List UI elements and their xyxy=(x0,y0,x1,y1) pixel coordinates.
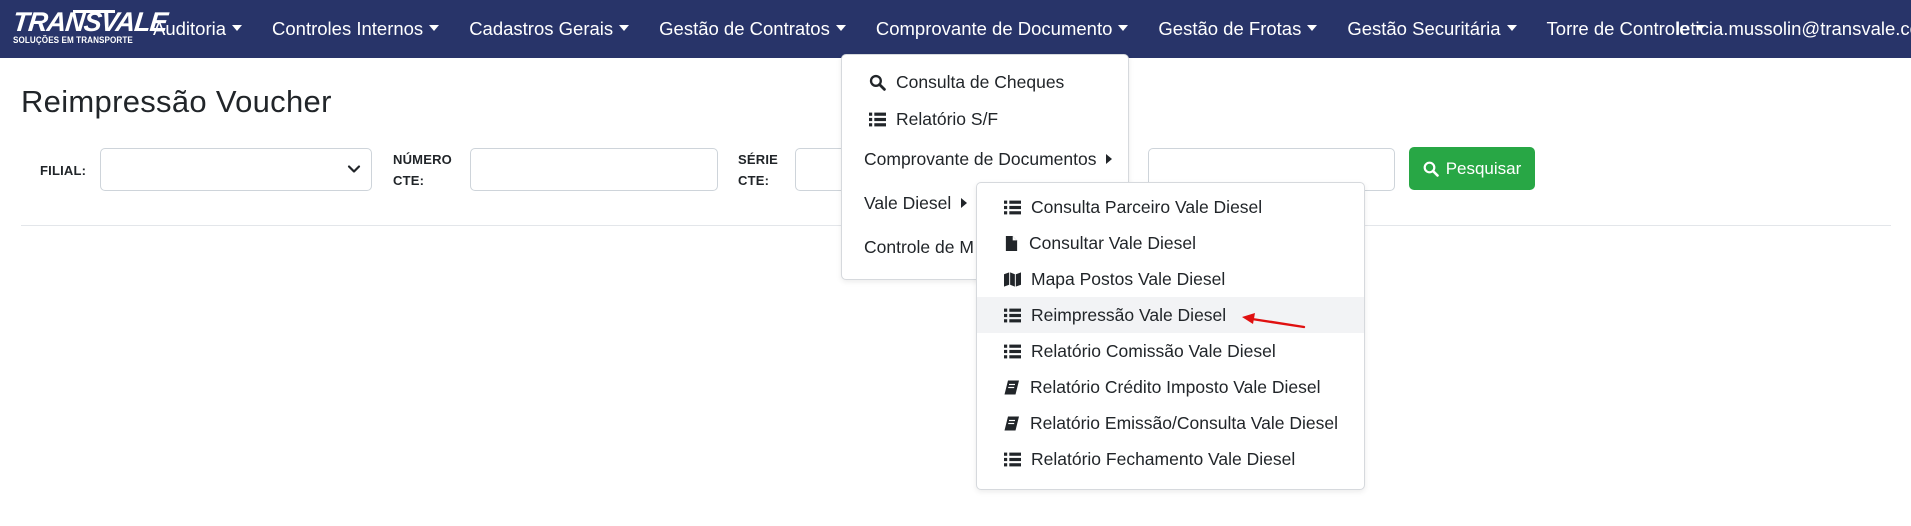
list-icon xyxy=(1004,308,1021,322)
file-icon xyxy=(1005,235,1018,251)
submenu-item-relatorio-credito-imposto[interactable]: Relatório Crédito Imposto Vale Diesel xyxy=(977,369,1364,405)
logo-tagline: SOLUÇÕES EM TRANSPORTE xyxy=(13,35,133,45)
submenu-item-consultar-vale-diesel[interactable]: Consultar Vale Diesel xyxy=(977,225,1364,261)
nav-item-gestao-securitaria[interactable]: Gestão Securitária xyxy=(1332,0,1531,58)
nav-item-comprovante-documento[interactable]: Comprovante de Documento xyxy=(861,0,1144,58)
nav-item-auditoria[interactable]: Auditoria xyxy=(138,0,257,58)
caret-down-icon xyxy=(1118,25,1129,31)
submenu-item-consulta-parceiro[interactable]: Consulta Parceiro Vale Diesel xyxy=(977,189,1364,225)
search-button-label: Pesquisar xyxy=(1445,158,1522,178)
search-icon xyxy=(869,74,886,91)
top-navbar: TRANSVALE SOLUÇÕES EM TRANSPORTE Auditor… xyxy=(0,0,1911,58)
logo-brand-text: TRANSVALE xyxy=(11,7,169,37)
submenu-item-label: Relatório Emissão/Consulta Vale Diesel xyxy=(1030,412,1339,433)
nav-item-cadastros-gerais[interactable]: Cadastros Gerais xyxy=(454,0,644,58)
nav-item-label: Comprovante de Documento xyxy=(875,18,1113,39)
submenu-item-label: Relatório Crédito Imposto Vale Diesel xyxy=(1030,376,1321,397)
submenu-item-label: Relatório Fechamento Vale Diesel xyxy=(1031,448,1296,469)
serie-cte-label-line2: CTE: xyxy=(738,173,770,188)
caret-down-icon xyxy=(1307,25,1318,31)
list-icon xyxy=(1004,200,1021,214)
book-icon xyxy=(1004,380,1019,394)
numero-cte-label: NÚMERO CTE: xyxy=(393,149,452,191)
numero-cte-input[interactable] xyxy=(470,148,718,191)
menu-item-label: Comprovante de Documentos xyxy=(864,148,1097,169)
menu-item-label: Relatório S/F xyxy=(896,108,999,129)
numero-cte-label-line2: CTE: xyxy=(393,173,425,188)
menu-item-label: Consulta de Cheques xyxy=(896,71,1065,92)
menu-item-consulta-cheques[interactable]: Consulta de Cheques xyxy=(842,64,1128,100)
submenu-item-label: Reimpressão Vale Diesel xyxy=(1031,304,1227,325)
vale-diesel-submenu: Consulta Parceiro Vale Diesel Consultar … xyxy=(976,182,1365,490)
submenu-item-relatorio-fechamento[interactable]: Relatório Fechamento Vale Diesel xyxy=(977,441,1364,477)
caret-down-icon xyxy=(619,25,630,31)
serie-cte-label-line1: SÉRIE xyxy=(738,152,779,167)
list-icon xyxy=(1004,452,1021,466)
page-title: Reimpressão Voucher xyxy=(21,84,332,119)
menu-item-comprovante-documentos[interactable]: Comprovante de Documentos xyxy=(842,141,1128,177)
transvale-logo[interactable]: TRANSVALE SOLUÇÕES EM TRANSPORTE xyxy=(11,7,169,50)
list-icon xyxy=(1004,344,1021,358)
annotation-arrow-icon xyxy=(1242,313,1306,329)
caret-down-icon xyxy=(429,25,440,31)
filial-select[interactable] xyxy=(100,148,372,191)
submenu-item-label: Mapa Postos Vale Diesel xyxy=(1031,268,1226,289)
filial-label: FILIAL: xyxy=(40,163,87,178)
nav-item-label: Cadastros Gerais xyxy=(469,18,614,39)
map-icon xyxy=(1004,271,1021,287)
submenu-item-relatorio-emissao-consulta[interactable]: Relatório Emissão/Consulta Vale Diesel xyxy=(977,405,1364,441)
menu-item-relatorio-sf[interactable]: Relatório S/F xyxy=(842,101,1128,137)
nav-menu: Auditoria Controles Internos Cadastros G… xyxy=(138,0,1720,58)
serie-cte-label: SÉRIE CTE: xyxy=(738,149,778,191)
nav-item-label: Auditoria xyxy=(153,18,227,39)
chevron-down-icon xyxy=(347,165,361,173)
submenu-item-label: Consultar Vale Diesel xyxy=(1029,232,1196,253)
nav-item-gestao-frotas[interactable]: Gestão de Frotas xyxy=(1143,0,1332,58)
submenu-item-label: Relatório Comissão Vale Diesel xyxy=(1031,340,1276,361)
caret-down-icon xyxy=(1506,25,1517,31)
submenu-item-relatorio-comissao[interactable]: Relatório Comissão Vale Diesel xyxy=(977,333,1364,369)
nav-item-label: Gestão Securitária xyxy=(1347,18,1501,39)
nav-item-label: Gestão de Frotas xyxy=(1158,18,1302,39)
nav-item-label: Gestão de Contratos xyxy=(659,18,830,39)
caret-down-icon xyxy=(232,25,243,31)
nav-item-controles-internos[interactable]: Controles Internos xyxy=(257,0,454,58)
nav-item-label: Controles Internos xyxy=(272,18,424,39)
nav-item-label: Torre de Controle xyxy=(1546,18,1690,39)
nav-item-gestao-contratos[interactable]: Gestão de Contratos xyxy=(644,0,861,58)
nav-user-email[interactable]: leticia.mussolin@transvale.com xyxy=(1676,0,1911,58)
menu-item-label: Vale Diesel xyxy=(864,192,952,213)
book-icon xyxy=(1004,416,1019,430)
submenu-item-label: Consulta Parceiro Vale Diesel xyxy=(1031,196,1263,217)
numero-cte-label-line1: NÚMERO xyxy=(393,152,452,167)
list-icon xyxy=(869,112,886,126)
submenu-arrow-icon xyxy=(961,198,968,208)
caret-down-icon xyxy=(835,25,846,31)
submenu-arrow-icon xyxy=(1106,154,1113,164)
submenu-item-mapa-postos[interactable]: Mapa Postos Vale Diesel xyxy=(977,261,1364,297)
search-button[interactable]: Pesquisar xyxy=(1409,147,1535,190)
menu-item-label: Controle de M xyxy=(864,236,974,257)
search-icon xyxy=(1423,161,1439,177)
